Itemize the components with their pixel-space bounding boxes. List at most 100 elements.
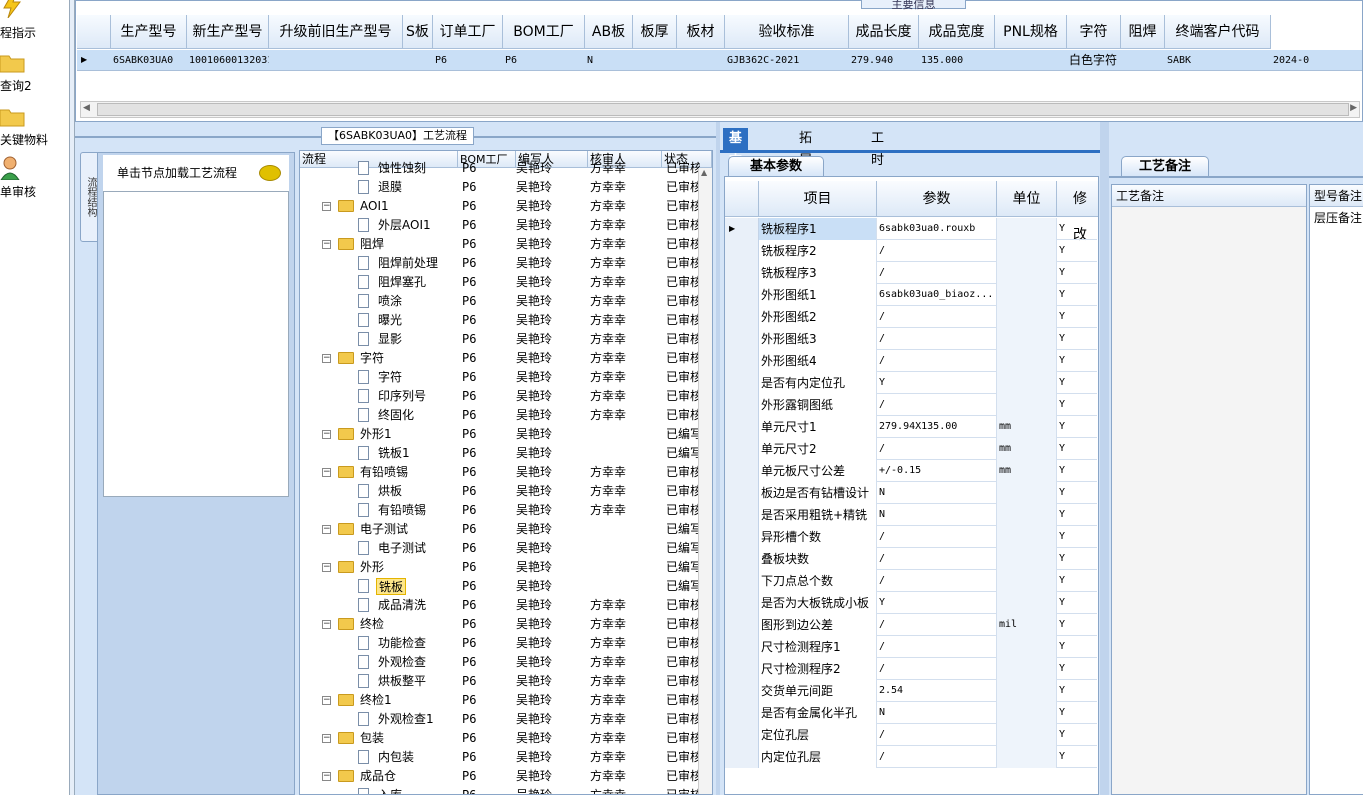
tab-basic-info[interactable]: 基本信息 xyxy=(723,128,749,212)
table-cell[interactable]: 白色字符 xyxy=(1067,50,1121,71)
param-modify[interactable]: Y xyxy=(1057,306,1097,328)
param-unit[interactable] xyxy=(997,218,1057,240)
param-unit[interactable] xyxy=(997,240,1057,262)
param-modify[interactable]: Y xyxy=(1057,746,1097,768)
column-header[interactable]: BOM工厂 xyxy=(503,15,585,49)
param-modify[interactable]: Y xyxy=(1057,350,1097,372)
tree-row[interactable]: − 成品仓 P6 吴艳玲 方幸幸 已审核 xyxy=(300,767,700,786)
tree-row[interactable]: 铣板1 P6 吴艳玲 已编写 xyxy=(300,444,700,463)
table-cell[interactable]: SABK xyxy=(1165,50,1271,71)
param-unit[interactable] xyxy=(997,350,1057,372)
table-cell[interactable]: P6 xyxy=(503,50,585,71)
param-value[interactable]: Y xyxy=(877,372,997,394)
column-header[interactable]: S板 xyxy=(403,15,433,49)
param-row[interactable]: 外形图纸3/ Y xyxy=(725,328,1097,350)
table-cell[interactable]: GJB362C-2021 xyxy=(725,50,849,71)
column-header[interactable]: 板材 xyxy=(677,15,725,49)
tree-row[interactable]: 烘板 P6 吴艳玲 方幸幸 已审核 xyxy=(300,482,700,501)
param-modify[interactable]: Y xyxy=(1057,504,1097,526)
tab-process-remarks[interactable]: 工艺备注 xyxy=(1121,156,1209,176)
param-row[interactable]: 图形到边公差 / mil Y xyxy=(725,614,1097,636)
tree-row[interactable]: 喷涂 P6 吴艳玲 方幸幸 已审核 xyxy=(300,292,700,311)
param-modify[interactable]: Y xyxy=(1057,218,1097,240)
collapse-icon[interactable]: − xyxy=(322,734,331,743)
param-unit[interactable] xyxy=(997,658,1057,680)
tree-row[interactable]: − 字符 P6 吴艳玲 方幸幸 已审核 xyxy=(300,349,700,368)
tree-row[interactable]: 阻焊前处理 P6 吴艳玲 方幸幸 已审核 xyxy=(300,254,700,273)
tree-row[interactable]: − 外形 P6 吴艳玲 已编写 xyxy=(300,558,700,577)
param-unit[interactable] xyxy=(997,482,1057,504)
param-modify[interactable]: Y xyxy=(1057,438,1097,460)
param-row[interactable]: 内定位孔层 / Y xyxy=(725,746,1097,768)
column-header[interactable]: PNL规格 xyxy=(995,15,1067,49)
param-row[interactable]: ▶ 铣板程序1 6sabk03ua0.rouxb Y xyxy=(725,218,1097,240)
column-header[interactable]: AB板 xyxy=(585,15,633,49)
param-unit[interactable] xyxy=(997,680,1057,702)
tree-row[interactable]: − 外形1 P6 吴艳玲 已编写 xyxy=(300,425,700,444)
param-value[interactable]: +/-0.15 xyxy=(877,460,997,482)
param-unit[interactable] xyxy=(997,262,1057,284)
param-value[interactable]: / xyxy=(877,724,997,746)
param-modify[interactable]: Y xyxy=(1057,592,1097,614)
table-cell[interactable] xyxy=(633,50,677,71)
param-value[interactable]: / xyxy=(877,438,997,460)
tree-row[interactable]: 显影 P6 吴艳玲 方幸幸 已审核 xyxy=(300,330,700,349)
param-modify[interactable]: Y xyxy=(1057,482,1097,504)
param-value[interactable]: 2.54 xyxy=(877,680,997,702)
table-cell[interactable]: 10010600132031 xyxy=(187,50,269,71)
table-cell[interactable] xyxy=(677,50,725,71)
tree-row[interactable]: − 包装 P6 吴艳玲 方幸幸 已审核 xyxy=(300,729,700,748)
param-row[interactable]: 铣板程序3/ Y xyxy=(725,262,1097,284)
param-modify[interactable]: Y xyxy=(1057,460,1097,482)
column-header[interactable]: 终端客户代码 xyxy=(1165,15,1271,49)
param-unit[interactable] xyxy=(997,724,1057,746)
tree-row[interactable]: 曝光 P6 吴艳玲 方幸幸 已审核 xyxy=(300,311,700,330)
param-unit[interactable]: mil xyxy=(997,614,1057,636)
nav-item-process[interactable]: 程指示 xyxy=(0,0,70,54)
vertical-scrollbar[interactable]: ▲ xyxy=(698,168,712,794)
param-row[interactable]: 定位孔层 / Y xyxy=(725,724,1097,746)
tree-row[interactable]: 铣板 P6 吴艳玲 已编写 xyxy=(300,577,700,596)
scroll-thumb[interactable] xyxy=(97,103,1349,116)
collapse-icon[interactable]: − xyxy=(322,354,331,363)
tree-row[interactable]: 电子测试 P6 吴艳玲 已编写 xyxy=(300,539,700,558)
param-modify[interactable]: Y xyxy=(1057,394,1097,416)
nav-item-query2[interactable]: 查询2 xyxy=(0,50,70,104)
param-value[interactable]: / xyxy=(877,636,997,658)
param-modify[interactable]: Y xyxy=(1057,614,1097,636)
param-unit[interactable] xyxy=(997,746,1057,768)
param-row[interactable]: 叠板块数 / Y xyxy=(725,548,1097,570)
process-remarks-box[interactable]: 工艺备注 xyxy=(1111,184,1307,795)
param-value[interactable]: / xyxy=(877,548,997,570)
model-remarks-box[interactable]: 型号备注 层压备注: xyxy=(1309,184,1363,795)
table-cell[interactable]: N xyxy=(585,50,633,71)
scroll-right-icon[interactable]: ▶ xyxy=(1350,103,1357,113)
tree-row[interactable]: − AOI1 P6 吴艳玲 方幸幸 已审核 xyxy=(300,197,700,216)
param-modify[interactable]: Y xyxy=(1057,372,1097,394)
tree-row[interactable]: 终固化 P6 吴艳玲 方幸幸 已审核 xyxy=(300,406,700,425)
horizontal-scrollbar[interactable]: ◀ ▶ xyxy=(80,101,1360,118)
table-cell[interactable] xyxy=(403,50,433,71)
nav-item-order-review[interactable]: 单审核 xyxy=(0,156,70,210)
node-list[interactable] xyxy=(103,191,289,497)
param-value[interactable]: N xyxy=(877,702,997,724)
param-unit[interactable] xyxy=(997,636,1057,658)
tree-row[interactable]: 功能检查 P6 吴艳玲 方幸幸 已审核 xyxy=(300,634,700,653)
table-cell[interactable]: 135.000 xyxy=(919,50,995,71)
param-modify[interactable]: Y xyxy=(1057,702,1097,724)
param-row[interactable]: 单元尺寸1 279.94X135.00 mm Y xyxy=(725,416,1097,438)
param-unit[interactable]: mm xyxy=(997,460,1057,482)
param-value[interactable]: / xyxy=(877,526,997,548)
param-unit[interactable] xyxy=(997,526,1057,548)
table-cell[interactable]: 2024-0 xyxy=(1271,50,1331,71)
tree-row[interactable]: 外观检查 P6 吴艳玲 方幸幸 已审核 xyxy=(300,653,700,672)
tree-row[interactable]: 成品清洗 P6 吴艳玲 方幸幸 已审核 xyxy=(300,596,700,615)
table-cell[interactable] xyxy=(1121,50,1165,71)
column-header[interactable]: 板厚 xyxy=(633,15,677,49)
tree-row[interactable]: 外观检查1 P6 吴艳玲 方幸幸 已审核 xyxy=(300,710,700,729)
scroll-up-icon[interactable]: ▲ xyxy=(701,168,707,177)
collapse-icon[interactable]: − xyxy=(322,240,331,249)
param-row[interactable]: 交货单元间距 2.54 Y xyxy=(725,680,1097,702)
param-value[interactable]: 279.94X135.00 xyxy=(877,416,997,438)
tree-row[interactable]: 蚀性蚀刻 P6 吴艳玲 方幸幸 已审核 xyxy=(300,159,700,178)
